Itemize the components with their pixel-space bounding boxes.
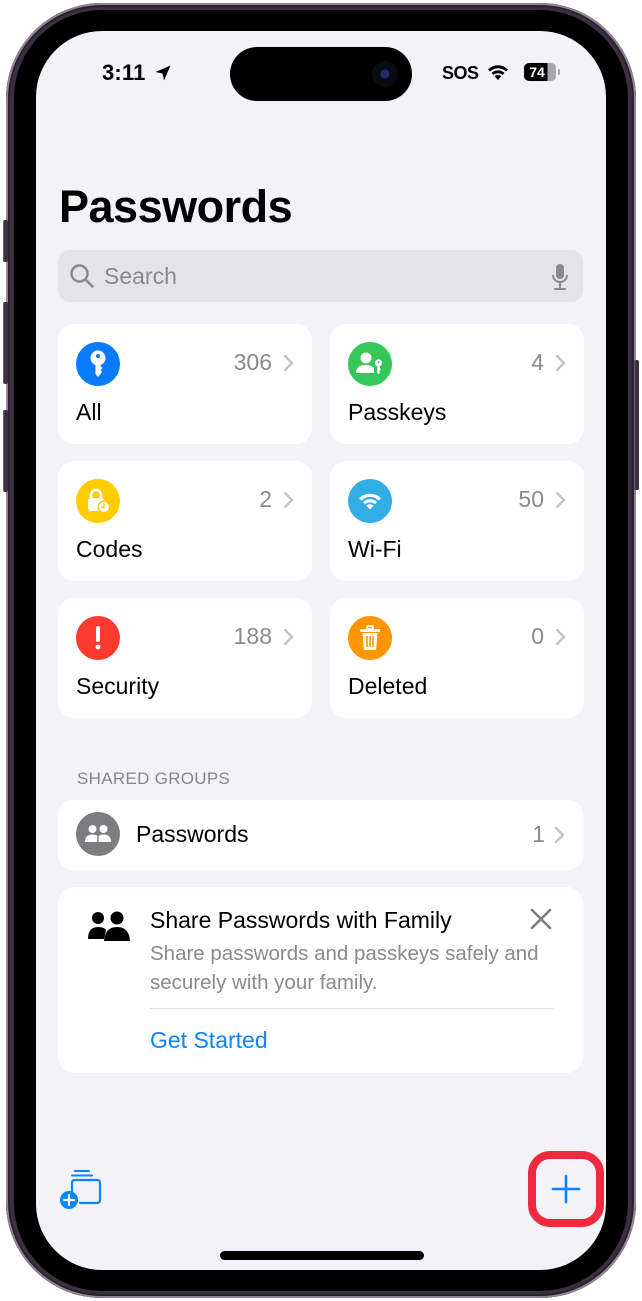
chevron-right-icon (554, 826, 565, 844)
shared-group-label: Passwords (136, 821, 249, 847)
page-title: Passwords (59, 181, 293, 232)
volume-down-button (3, 410, 8, 492)
category-label: Codes (76, 536, 143, 562)
search-input[interactable] (104, 250, 524, 302)
lock-clock-icon (76, 479, 120, 523)
share-with-family-card: Share Passwords with Family Share passwo… (58, 887, 583, 1073)
category-count: 0 (531, 623, 544, 649)
close-icon[interactable] (529, 907, 553, 931)
action-button (3, 220, 8, 262)
plus-icon[interactable] (546, 1171, 586, 1207)
category-wifi[interactable]: 50 Wi-Fi (330, 461, 584, 581)
volume-up-button (3, 302, 8, 384)
category-passkeys[interactable]: 4 Passkeys (330, 324, 584, 444)
trash-icon (348, 616, 392, 660)
chevron-right-icon (283, 354, 294, 372)
shared-group-row[interactable]: Passwords 1 (58, 800, 583, 870)
family-card-title: Share Passwords with Family (150, 907, 452, 933)
search-icon (70, 264, 94, 288)
chevron-right-icon (555, 354, 566, 372)
chevron-right-icon (555, 628, 566, 646)
battery-cap (558, 69, 560, 75)
category-count: 4 (531, 349, 544, 375)
category-count: 50 (518, 486, 544, 512)
chevron-right-icon (283, 491, 294, 509)
screen: 3:11 SOS 74 Passwords Search 306 All 4 P… (36, 31, 606, 1270)
chevron-right-icon (555, 491, 566, 509)
category-count: 306 (233, 349, 272, 375)
family-card-description: Share passwords and passkeys safely and … (150, 942, 539, 994)
category-all[interactable]: 306 All (58, 324, 312, 444)
category-label: Security (76, 673, 160, 699)
category-label: Deleted (348, 673, 428, 699)
category-deleted[interactable]: 0 Deleted (330, 598, 584, 718)
category-count: 2 (259, 486, 272, 512)
new-shared-group-icon[interactable] (58, 1169, 106, 1211)
divider (150, 1008, 553, 1009)
category-codes[interactable]: 2 Codes (58, 461, 312, 581)
category-label: Wi-Fi (348, 536, 402, 562)
shared-groups-header: SHARED GROUPS (77, 769, 231, 788)
chevron-right-icon (283, 628, 294, 646)
category-label: Passkeys (348, 399, 447, 425)
side-button (634, 360, 639, 490)
dynamic-island (230, 47, 412, 101)
shared-group-count: 1 (532, 821, 545, 847)
family-icon (88, 911, 130, 941)
status-time: 3:11 (102, 60, 146, 85)
wifi-icon (348, 479, 392, 523)
exclamation-icon (76, 616, 120, 660)
key-icon (76, 342, 120, 386)
battery-percent: 74 (529, 64, 545, 80)
battery-indicator: 74 (524, 63, 556, 81)
carrier-status: SOS (442, 63, 479, 83)
category-label: All (76, 399, 102, 425)
category-security[interactable]: 188 Security (58, 598, 312, 718)
wifi-status-icon (488, 65, 508, 80)
category-count: 188 (233, 623, 272, 649)
microphone-icon[interactable] (551, 263, 569, 291)
home-indicator[interactable] (220, 1251, 424, 1260)
camera-icon (372, 61, 398, 87)
get-started-button[interactable]: Get Started (150, 1027, 268, 1054)
location-arrow-icon (155, 65, 171, 81)
people-icon (76, 812, 120, 856)
person-key-icon (348, 342, 392, 386)
search-field[interactable] (58, 250, 583, 302)
